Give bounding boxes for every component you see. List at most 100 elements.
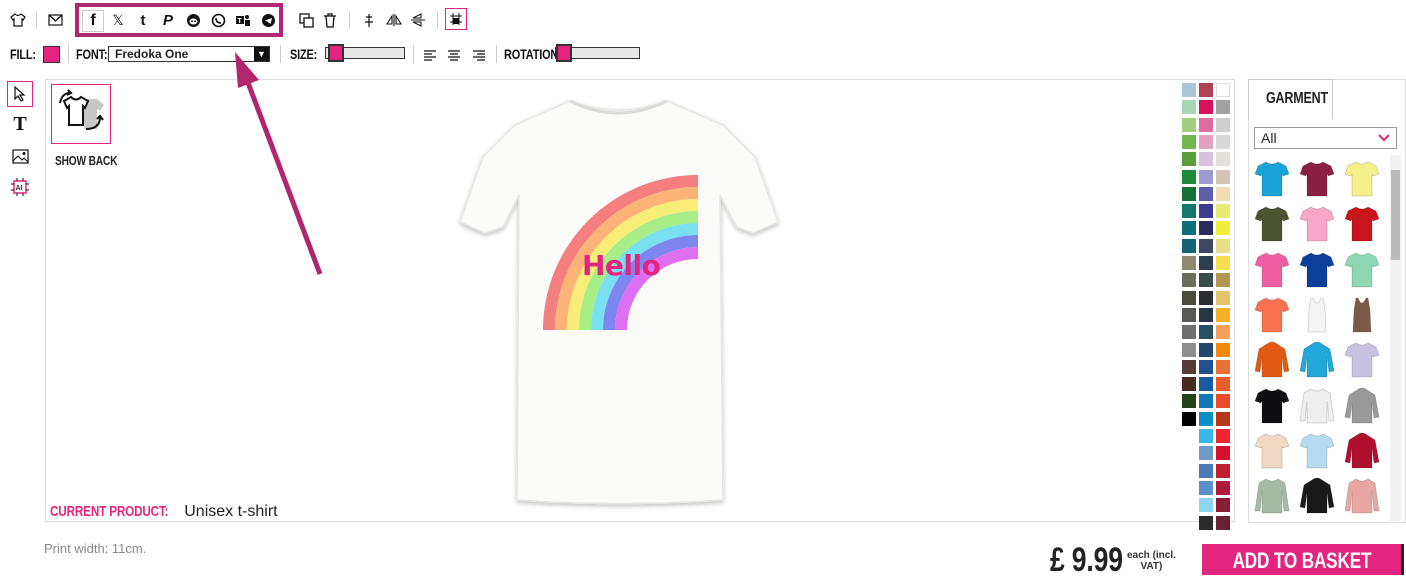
palette-color-swatch[interactable] [1199,238,1213,253]
image-tool-icon[interactable] [10,146,30,166]
garment-tshirt-hot-pink[interactable] [1254,251,1290,289]
palette-color-swatch[interactable] [1182,100,1196,115]
palette-color-swatch[interactable] [1182,117,1196,132]
garment-hoodie-grey[interactable] [1344,387,1380,425]
garment-hoodie-orange[interactable] [1254,341,1290,379]
fill-color-swatch[interactable] [43,46,60,63]
tab-garment[interactable]: GARMENT [1248,79,1333,119]
palette-color-swatch[interactable] [1216,377,1230,392]
palette-color-swatch[interactable] [1182,359,1196,374]
palette-color-swatch[interactable] [1216,498,1230,513]
garment-longsleeve-sage[interactable] [1254,477,1290,515]
palette-color-swatch[interactable] [1182,411,1196,426]
garment-tshirt-red[interactable] [1344,205,1380,243]
palette-color-swatch[interactable] [1199,221,1213,236]
palette-color-swatch[interactable] [1216,307,1230,322]
garment-raglan-white-black[interactable] [1299,387,1335,425]
palette-color-swatch[interactable] [1216,221,1230,236]
palette-color-swatch[interactable] [1182,256,1196,270]
align-center-icon[interactable] [359,10,379,30]
palette-color-swatch[interactable] [1182,342,1196,357]
palette-color-swatch[interactable] [1182,204,1196,219]
garment-tshirt-mint[interactable] [1344,251,1380,289]
add-to-basket-button[interactable]: ADD TO BASKET [1202,544,1404,575]
palette-color-swatch[interactable] [1199,342,1213,357]
palette-color-swatch[interactable] [1199,377,1213,392]
palette-color-swatch[interactable] [1182,134,1196,149]
palette-color-swatch[interactable] [1199,359,1213,374]
palette-color-swatch[interactable] [1216,463,1230,478]
garment-tshirt-beige[interactable] [1254,432,1290,470]
rotation-slider[interactable] [555,44,640,62]
palette-color-swatch[interactable] [1182,273,1196,288]
palette-color-swatch[interactable] [1199,134,1213,149]
tshirt-icon[interactable] [8,10,28,30]
palette-color-swatch[interactable] [1216,117,1230,132]
garment-scrollbar[interactable] [1390,155,1401,521]
garment-tshirt-royal[interactable] [1299,251,1335,289]
palette-color-swatch[interactable] [1216,359,1230,374]
whatsapp-icon[interactable] [208,10,228,30]
palette-color-swatch[interactable] [1199,429,1213,443]
garment-filter-select[interactable]: All [1254,127,1397,149]
x-icon[interactable]: 𝕏 [108,10,128,30]
palette-color-swatch[interactable] [1199,273,1213,288]
palette-color-swatch[interactable] [1216,515,1230,530]
size-slider[interactable] [325,44,405,62]
palette-color-swatch[interactable] [1199,463,1213,478]
palette-color-swatch[interactable] [1216,325,1230,340]
palette-color-swatch[interactable] [1216,394,1230,409]
garment-tshirt-black[interactable] [1254,387,1290,425]
design-text-hello[interactable]: Hello [582,249,661,282]
palette-color-swatch[interactable] [1199,256,1213,270]
palette-color-swatch[interactable] [1216,256,1230,270]
duplicate-icon[interactable] [296,10,316,30]
palette-color-swatch[interactable] [1199,152,1213,167]
align-left-icon[interactable] [420,45,440,65]
garment-vest-brown[interactable] [1344,296,1380,334]
pinterest-icon[interactable]: P [158,10,178,30]
palette-color-swatch[interactable] [1199,394,1213,409]
envelope-icon[interactable] [45,10,65,30]
text-tool-icon[interactable]: T [10,113,30,135]
palette-color-swatch[interactable] [1199,186,1213,201]
show-back-button[interactable] [51,84,111,144]
palette-color-swatch[interactable] [1182,83,1196,97]
palette-color-swatch[interactable] [1182,221,1196,236]
palette-color-swatch[interactable] [1182,186,1196,201]
palette-color-swatch[interactable] [1216,152,1230,167]
teams-icon[interactable]: T [233,10,253,30]
tumblr-icon[interactable]: t [133,10,153,30]
palette-color-swatch[interactable] [1216,169,1230,184]
palette-color-swatch[interactable] [1182,152,1196,167]
garment-tshirt-coral[interactable] [1254,296,1290,334]
garment-hoodie-cyan[interactable] [1299,341,1335,379]
garment-longsleeve-peach[interactable] [1344,477,1380,515]
garment-tshirt-olive[interactable] [1254,205,1290,243]
palette-color-swatch[interactable] [1199,307,1213,322]
delete-icon[interactable] [320,10,340,30]
palette-color-swatch[interactable] [1199,290,1213,305]
palette-color-swatch[interactable] [1216,342,1230,357]
reddit-icon[interactable] [183,10,203,30]
garment-tshirt-cyan[interactable] [1254,160,1290,198]
garment-varsity-red[interactable] [1344,432,1380,470]
facebook-icon[interactable]: f [82,10,104,32]
flip-horizontal-icon[interactable] [384,10,404,30]
rotation-slider-handle[interactable] [556,44,572,62]
select-pointer-icon[interactable] [7,81,33,107]
garment-hoodie-black-orange[interactable] [1299,477,1335,515]
palette-color-swatch[interactable] [1216,83,1230,97]
palette-color-swatch[interactable] [1182,377,1196,392]
palette-color-swatch[interactable] [1216,186,1230,201]
palette-color-swatch[interactable] [1182,290,1196,305]
palette-color-swatch[interactable] [1216,429,1230,443]
palette-color-swatch[interactable] [1182,325,1196,340]
snap-grid-icon[interactable] [445,8,467,30]
align-center-text-icon[interactable] [444,45,464,65]
garment-tshirt-maroon[interactable] [1299,160,1335,198]
garment-tshirt-yellow[interactable] [1344,160,1380,198]
flip-vertical-icon[interactable] [408,10,428,30]
palette-color-swatch[interactable] [1216,100,1230,115]
garment-vest-white[interactable] [1299,296,1335,334]
